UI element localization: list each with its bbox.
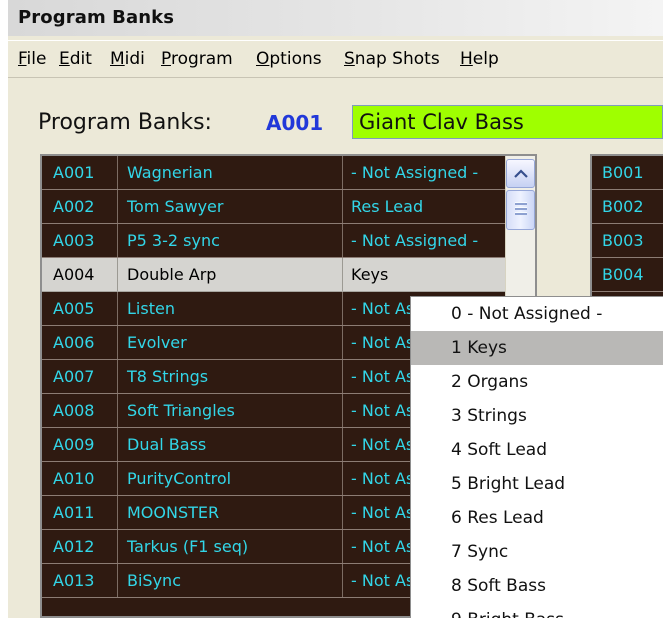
- menu-edit[interactable]: Edit: [59, 49, 92, 69]
- menu-bar: File Edit Midi Program Options Snap Shot…: [8, 40, 663, 78]
- bank-b-row[interactable]: B002: [592, 190, 663, 224]
- selected-table-row[interactable]: A004 Double Arp Keys: [42, 258, 535, 292]
- program-category: Keys: [351, 265, 389, 284]
- program-code: A012: [42, 530, 118, 563]
- bank-b-row[interactable]: B003: [592, 224, 663, 258]
- title-bar: Program Banks: [8, 0, 663, 36]
- program-name: MOONSTER: [119, 496, 343, 529]
- category-option-strings[interactable]: 3 Strings: [411, 399, 663, 433]
- program-name: Soft Triangles: [119, 394, 343, 427]
- window-border: [0, 0, 8, 618]
- program-code: A004: [42, 258, 118, 291]
- window-title: Program Banks: [18, 7, 175, 28]
- menu-program[interactable]: Program: [161, 49, 233, 69]
- category-context-menu: 0 - Not Assigned - 1 Keys 2 Organs 3 Str…: [410, 296, 663, 618]
- menu-help[interactable]: Help: [460, 49, 499, 69]
- program-name: Tom Sawyer: [119, 190, 343, 223]
- current-program-name-field[interactable]: Giant Clav Bass: [352, 105, 663, 139]
- program-banks-label: Program Banks:: [38, 110, 212, 135]
- program-banks-window: Program Banks File Edit Midi Program Opt…: [0, 0, 663, 618]
- bank-b-row[interactable]: B004: [592, 258, 663, 292]
- program-name: Tarkus (F1 seq): [119, 530, 343, 563]
- category-option-bright-lead[interactable]: 5 Bright Lead: [411, 467, 663, 501]
- program-code: A006: [42, 326, 118, 359]
- program-name: Evolver: [119, 326, 343, 359]
- program-name: P5 3-2 sync: [119, 224, 343, 257]
- table-row[interactable]: A003 P5 3-2 sync - Not Assigned -: [42, 224, 535, 258]
- grip-line: [515, 212, 527, 215]
- table-row[interactable]: A001 Wagnerian - Not Assigned -: [42, 156, 535, 190]
- program-code: A010: [42, 462, 118, 495]
- program-code: A002: [42, 190, 118, 223]
- chevron-up-icon[interactable]: [506, 159, 535, 188]
- category-option-res-lead[interactable]: 6 Res Lead: [411, 501, 663, 535]
- program-code: A007: [42, 360, 118, 393]
- program-name: BiSync: [119, 564, 343, 597]
- program-code: A013: [42, 564, 118, 597]
- table-row[interactable]: A002 Tom Sawyer Res Lead: [42, 190, 535, 224]
- program-code: A009: [42, 428, 118, 461]
- program-name: Dual Bass: [119, 428, 343, 461]
- program-code: A005: [42, 292, 118, 325]
- chevron-up-icon: [513, 169, 528, 178]
- grip-line: [515, 202, 527, 205]
- category-option-bright-bass[interactable]: 9 Bright Bass: [411, 603, 663, 618]
- category-option-soft-bass[interactable]: 8 Soft Bass: [411, 569, 663, 603]
- program-header: Program Banks: A001 Giant Clav Bass: [8, 79, 663, 151]
- program-code: A008: [42, 394, 118, 427]
- bank-b-row[interactable]: B001: [592, 156, 663, 190]
- program-name: Listen: [119, 292, 343, 325]
- program-name: Wagnerian: [119, 156, 343, 189]
- menu-options[interactable]: Options: [256, 49, 322, 69]
- program-code: A011: [42, 496, 118, 529]
- program-code: A003: [42, 224, 118, 257]
- category-option-organs[interactable]: 2 Organs: [411, 365, 663, 399]
- program-category: - Not Assigned -: [351, 231, 479, 250]
- category-option-not-assigned[interactable]: 0 - Not Assigned -: [411, 297, 663, 331]
- grip-line: [515, 207, 527, 210]
- program-name: PurityControl: [119, 462, 343, 495]
- program-name: Double Arp: [119, 258, 343, 291]
- menu-midi[interactable]: Midi: [110, 49, 145, 69]
- program-code: A001: [42, 156, 118, 189]
- menu-file[interactable]: File: [18, 49, 46, 69]
- program-category: - Not Assigned -: [351, 163, 479, 182]
- program-category: Res Lead: [351, 197, 424, 216]
- current-program-code: A001: [266, 111, 324, 135]
- category-option-soft-lead[interactable]: 4 Soft Lead: [411, 433, 663, 467]
- category-option-keys[interactable]: 1 Keys: [411, 331, 663, 365]
- menu-snap-shots[interactable]: Snap Shots: [344, 49, 440, 69]
- program-name: T8 Strings: [119, 360, 343, 393]
- scroll-thumb[interactable]: [506, 190, 535, 230]
- category-option-sync[interactable]: 7 Sync: [411, 535, 663, 569]
